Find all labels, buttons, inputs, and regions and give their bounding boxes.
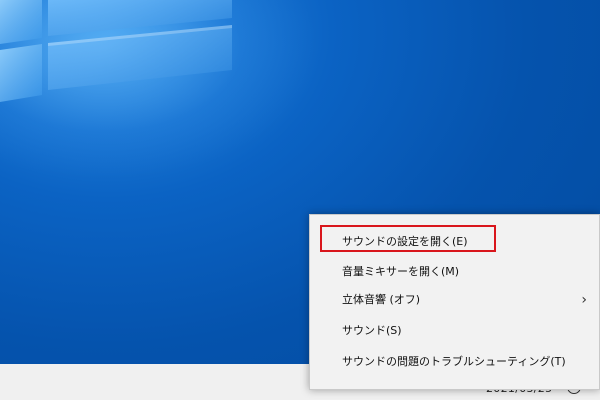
- desktop: 2021/03/25 サウンドの設定を開く(E) 音量ミキサーを開く(M) 立体…: [0, 0, 600, 400]
- menu-item-label: 音量ミキサーを開く(M): [342, 265, 460, 278]
- menu-item-sounds[interactable]: サウンド(S): [310, 316, 600, 346]
- menu-item-label: サウンドの設定を開く(E): [342, 235, 468, 248]
- menu-item-open-sound-settings[interactable]: サウンドの設定を開く(E): [310, 227, 600, 257]
- menu-item-label: サウンドの問題のトラブルシューティング(T): [342, 355, 566, 368]
- menu-item-label: 立体音響 (オフ): [342, 293, 421, 306]
- sound-context-menu: サウンドの設定を開く(E) 音量ミキサーを開く(M) 立体音響 (オフ) › サ…: [309, 214, 600, 390]
- menu-item-troubleshoot-sound[interactable]: サウンドの問題のトラブルシューティング(T): [310, 347, 600, 377]
- chevron-right-icon: ›: [581, 292, 587, 308]
- menu-item-open-volume-mixer[interactable]: 音量ミキサーを開く(M): [310, 257, 600, 287]
- menu-item-label: サウンド(S): [342, 324, 402, 337]
- windows-logo-wallpaper: [0, 0, 232, 102]
- menu-item-spatial-sound[interactable]: 立体音響 (オフ) ›: [310, 285, 600, 315]
